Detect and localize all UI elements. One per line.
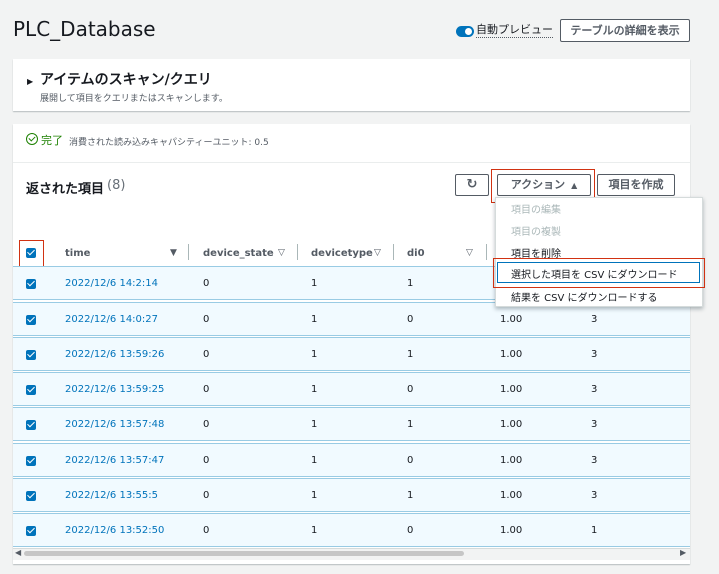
status-text: 完了 [41, 134, 63, 147]
auto-preview-label: 自動プレビュー [476, 23, 553, 38]
cell-device-state: 0 [203, 490, 210, 501]
cell-di0: 1 [407, 349, 414, 360]
sort-icon[interactable]: ▽ [466, 248, 473, 258]
menu-item-duplicate: 項目の複製 [511, 227, 561, 238]
cell-value: 1.00 [500, 384, 523, 395]
menu-item-download-results-csv[interactable]: 結果を CSV にダウンロードする [511, 289, 658, 304]
cell-value-2: 3 [591, 314, 598, 325]
cell-di0: 0 [407, 384, 414, 395]
page-title: PLC_Database [13, 17, 156, 41]
scroll-right-icon[interactable]: ▶ [680, 548, 686, 557]
cell-di0: 0 [407, 525, 414, 536]
row-checkbox[interactable] [26, 526, 36, 536]
scrollbar-thumb[interactable] [24, 551, 464, 556]
cell-value: 1.00 [500, 490, 523, 501]
row-checkbox[interactable] [26, 279, 36, 289]
returned-items-title: 返された項目 [26, 182, 105, 197]
cell-time[interactable]: 2022/12/6 14:2:14 [65, 278, 158, 289]
cell-device-state: 0 [203, 314, 210, 325]
cell-device-state: 0 [203, 278, 210, 289]
capacity-units-text: 消費された読み込みキャパシティーユニット: 0.5 [69, 138, 269, 148]
cell-devicetype: 1 [311, 349, 318, 360]
returned-items-count: (8) [107, 178, 126, 193]
row-checkbox[interactable] [26, 491, 36, 501]
cell-time[interactable]: 2022/12/6 13:57:47 [65, 455, 164, 466]
refresh-icon: ↻ [466, 177, 478, 192]
cell-devicetype: 1 [311, 455, 318, 466]
scroll-left-icon[interactable]: ◀ [15, 548, 21, 557]
row-checkbox[interactable] [26, 315, 36, 325]
column-header-time[interactable]: time [65, 248, 90, 259]
cell-time[interactable]: 2022/12/6 13:55:5 [65, 490, 158, 501]
cell-value: 1.00 [500, 525, 523, 536]
row-checkbox[interactable] [26, 420, 36, 430]
expand-caret-icon[interactable]: ▶ [27, 77, 33, 86]
column-header-di0[interactable]: di0 [407, 248, 425, 259]
cell-time[interactable]: 2022/12/6 13:59:26 [65, 349, 164, 360]
auto-preview-toggle[interactable] [456, 26, 474, 37]
column-separator[interactable] [188, 244, 189, 260]
sort-desc-icon[interactable]: ▼ [170, 248, 177, 258]
cell-device-state: 0 [203, 455, 210, 466]
divider [13, 162, 690, 163]
cell-value: 1.00 [500, 455, 523, 466]
column-separator[interactable] [393, 244, 394, 260]
cell-value-2: 1 [591, 525, 598, 536]
cell-devicetype: 1 [311, 490, 318, 501]
refresh-button[interactable]: ↻ [455, 174, 489, 196]
cell-value-2: 3 [591, 419, 598, 430]
cell-devicetype: 1 [311, 525, 318, 536]
cell-devicetype: 1 [311, 384, 318, 395]
cell-devicetype: 1 [311, 419, 318, 430]
row-checkbox[interactable] [26, 385, 36, 395]
row-checkbox[interactable] [26, 350, 36, 360]
sort-icon[interactable]: ▽ [374, 248, 381, 258]
cell-value-2: 3 [591, 455, 598, 466]
cell-devicetype: 1 [311, 278, 318, 289]
cell-value: 1.00 [500, 349, 523, 360]
cell-di0: 1 [407, 490, 414, 501]
row-checkbox[interactable] [26, 456, 36, 466]
scan-query-description: 展開して項目をクエリまたはスキャンします。 [40, 94, 228, 104]
cell-value-2: 3 [591, 349, 598, 360]
cell-value: 1.00 [500, 419, 523, 430]
cell-di0: 0 [407, 455, 414, 466]
cell-value-2: 3 [591, 384, 598, 395]
menu-item-edit: 項目の編集 [511, 205, 561, 216]
column-header-devicetype[interactable]: devicetype [311, 248, 373, 259]
cell-device-state: 0 [203, 384, 210, 395]
scan-query-title[interactable]: アイテムのスキャン/クエリ [40, 69, 212, 89]
cell-di0: 0 [407, 314, 414, 325]
cell-value: 1.00 [500, 314, 523, 325]
cell-time[interactable]: 2022/12/6 13:59:25 [65, 384, 164, 395]
highlight-box-download-selected [493, 258, 705, 288]
view-table-details-button[interactable]: テーブルの詳細を表示 [560, 19, 690, 42]
column-separator[interactable] [486, 244, 487, 260]
cell-di0: 1 [407, 419, 414, 430]
sort-icon[interactable]: ▽ [278, 248, 285, 258]
cell-time[interactable]: 2022/12/6 13:52:50 [65, 525, 164, 536]
cell-device-state: 0 [203, 525, 210, 536]
success-check-icon [26, 133, 38, 145]
cell-time[interactable]: 2022/12/6 14:0:27 [65, 314, 158, 325]
column-header-device-state[interactable]: device_state [203, 248, 274, 259]
create-item-button[interactable]: 項目を作成 [597, 174, 675, 196]
cell-di0: 1 [407, 278, 414, 289]
column-separator[interactable] [297, 244, 298, 260]
highlight-box-select-all [19, 240, 44, 267]
cell-device-state: 0 [203, 419, 210, 430]
cell-time[interactable]: 2022/12/6 13:57:48 [65, 419, 164, 430]
cell-devicetype: 1 [311, 314, 318, 325]
cell-device-state: 0 [203, 349, 210, 360]
cell-value-2: 3 [591, 490, 598, 501]
